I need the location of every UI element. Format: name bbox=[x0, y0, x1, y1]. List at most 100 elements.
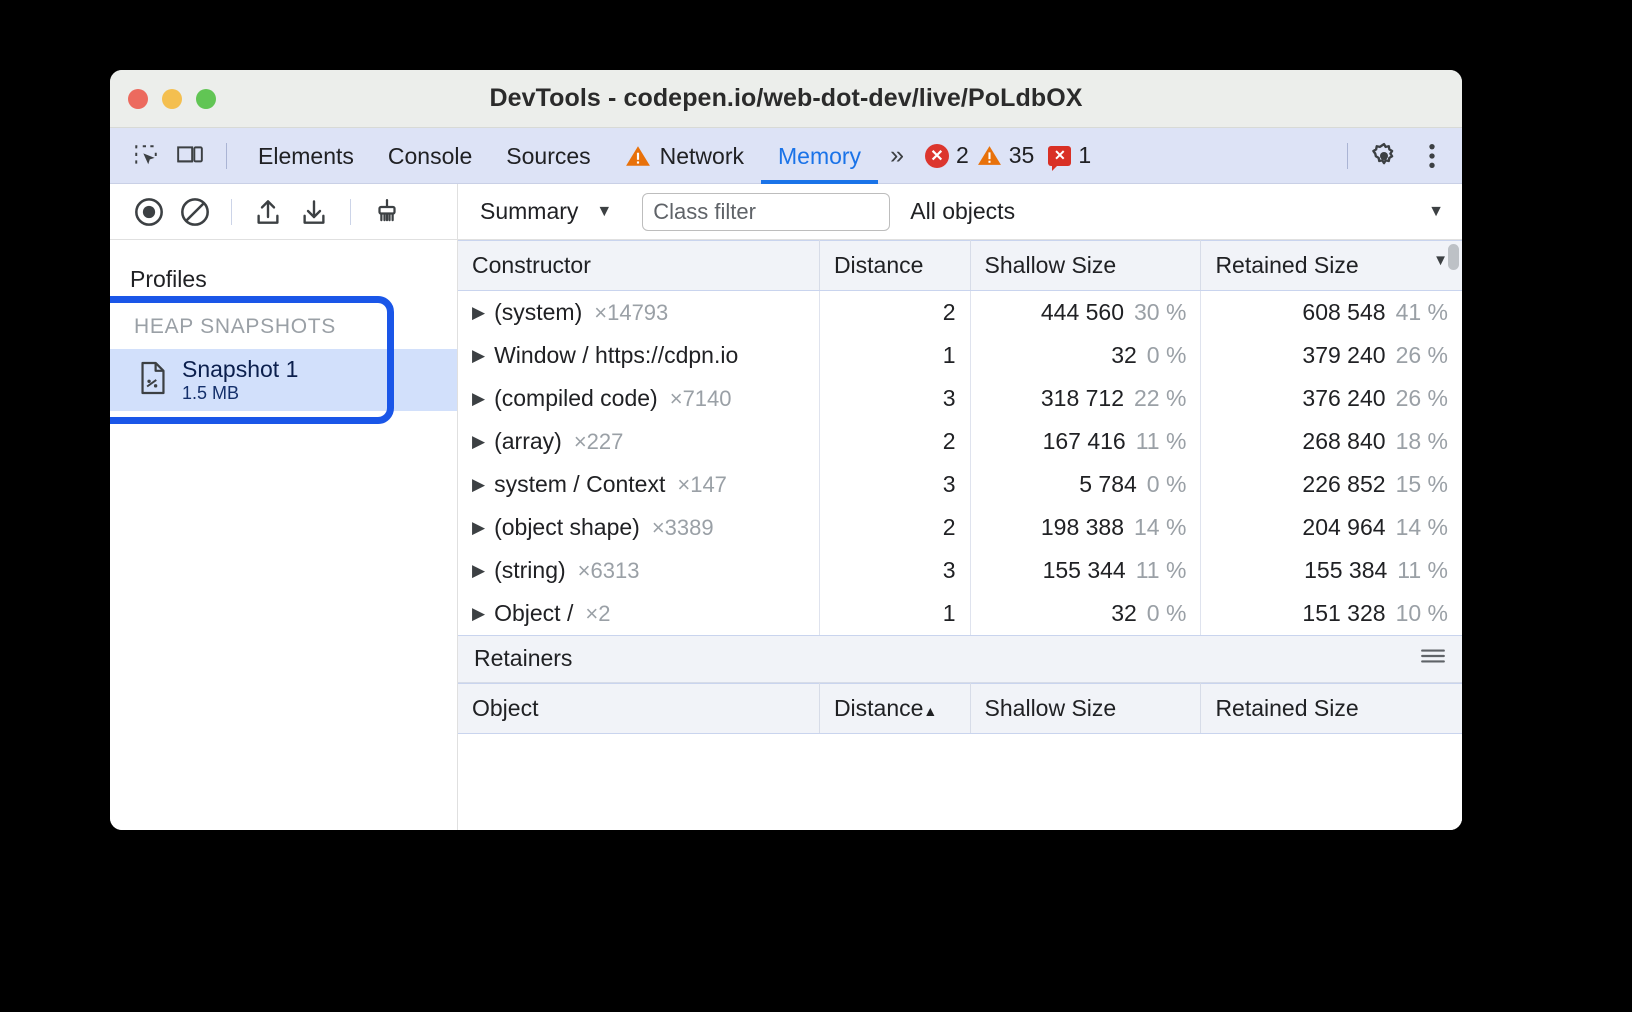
close-button[interactable] bbox=[128, 89, 148, 109]
vertical-scrollbar-thumb[interactable] bbox=[1448, 244, 1459, 270]
constructor-name: Window / https://cdpn.io bbox=[494, 342, 738, 368]
inspect-element-icon[interactable] bbox=[124, 136, 168, 176]
gear-icon[interactable] bbox=[1362, 136, 1406, 176]
cell-distance: 1 bbox=[819, 334, 970, 377]
collect-garbage-icon[interactable] bbox=[364, 190, 410, 234]
retainers-column-distance-label: Distance bbox=[834, 695, 923, 721]
expand-triangle-icon[interactable]: ▶ bbox=[472, 561, 485, 581]
retained-size-value: 155 384 bbox=[1304, 557, 1387, 583]
tab-memory[interactable]: Memory bbox=[761, 128, 878, 184]
record-heap-snapshot-icon[interactable] bbox=[126, 190, 172, 234]
retainers-column-object[interactable]: Object bbox=[458, 683, 819, 733]
table-row[interactable]: ▶Object /×21320 %151 32810 % bbox=[458, 592, 1462, 635]
kebab-menu-icon[interactable] bbox=[1410, 136, 1454, 176]
shallow-size-value: 167 416 bbox=[1043, 428, 1126, 454]
more-tabs-icon[interactable]: » bbox=[878, 141, 913, 170]
window-controls bbox=[110, 89, 216, 109]
save-profile-icon[interactable] bbox=[291, 190, 337, 234]
objects-selector-chevron-down-icon[interactable]: ▼ bbox=[1428, 203, 1450, 221]
objects-selector[interactable]: All objects bbox=[910, 198, 1015, 225]
object-count: ×147 bbox=[677, 472, 727, 497]
retained-size-percent: 41 % bbox=[1396, 299, 1448, 325]
cell-shallow-size: 155 34411 % bbox=[970, 549, 1201, 592]
minimize-button[interactable] bbox=[162, 89, 182, 109]
table-row[interactable]: ▶Window / https://cdpn.io1320 %379 24026… bbox=[458, 334, 1462, 377]
retainers-column-retained-size[interactable]: Retained Size bbox=[1201, 683, 1462, 733]
hamburger-menu-icon[interactable] bbox=[1420, 647, 1446, 670]
shallow-size-percent: 11 % bbox=[1136, 428, 1187, 454]
sidebar-item-snapshot-1[interactable]: Snapshot 1 1.5 MB bbox=[110, 349, 457, 411]
cell-retained-size: 151 32810 % bbox=[1201, 592, 1462, 635]
expand-triangle-icon[interactable]: ▶ bbox=[472, 303, 485, 323]
cell-distance: 3 bbox=[819, 377, 970, 420]
tab-sources[interactable]: Sources bbox=[489, 128, 607, 184]
column-header-shallow-size[interactable]: Shallow Size bbox=[970, 241, 1201, 291]
shallow-size-value: 5 784 bbox=[1079, 471, 1137, 497]
expand-triangle-icon[interactable]: ▶ bbox=[472, 389, 485, 409]
column-header-constructor[interactable]: Constructor bbox=[458, 241, 819, 291]
issue-counter[interactable]: ✕ 1 bbox=[1048, 142, 1091, 169]
retainers-header-bar: Retainers bbox=[458, 635, 1462, 683]
cell-retained-size: 376 24026 % bbox=[1201, 377, 1462, 420]
view-selector-label: Summary bbox=[480, 198, 578, 225]
cell-shallow-size: 318 71222 % bbox=[970, 377, 1201, 420]
toolbar-divider bbox=[226, 143, 227, 169]
cell-constructor: ▶(compiled code)×7140 bbox=[458, 377, 819, 420]
panel-divider-1 bbox=[231, 199, 232, 225]
heap-snapshot-file-icon bbox=[138, 361, 168, 400]
retained-size-value: 204 964 bbox=[1302, 514, 1385, 540]
table-row[interactable]: ▶(string)×63133155 34411 %155 38411 % bbox=[458, 549, 1462, 592]
stop-clear-icon[interactable] bbox=[172, 190, 218, 234]
window-titlebar: DevTools - codepen.io/web-dot-dev/live/P… bbox=[110, 70, 1462, 128]
devtools-window: DevTools - codepen.io/web-dot-dev/live/P… bbox=[110, 70, 1462, 830]
device-toolbar-icon[interactable] bbox=[168, 136, 212, 176]
cell-constructor: ▶ Window / https://cdpn.io bbox=[458, 334, 819, 377]
expand-triangle-icon[interactable]: ▶ bbox=[472, 604, 485, 624]
tab-console[interactable]: Console bbox=[371, 128, 489, 184]
tab-network[interactable]: Network bbox=[608, 128, 761, 184]
class-filter-input[interactable] bbox=[642, 193, 890, 231]
object-count: ×3389 bbox=[652, 515, 714, 540]
constructor-name: Object / bbox=[494, 600, 573, 626]
cell-retained-size: 379 24026 % bbox=[1201, 334, 1462, 377]
cell-retained-size: 155 38411 % bbox=[1201, 549, 1462, 592]
expand-triangle-icon[interactable]: ▶ bbox=[472, 475, 485, 495]
heap-snapshots-group: HEAP SNAPSHOTS Snapshot 1 1.5 MB bbox=[110, 315, 457, 411]
table-row[interactable]: ▶(compiled code)×71403318 71222 %376 240… bbox=[458, 377, 1462, 420]
retained-size-value: 376 240 bbox=[1302, 385, 1385, 411]
table-row[interactable]: ▶(system)×147932444 56030 %608 54841 % bbox=[458, 291, 1462, 334]
constructor-name: (array) bbox=[494, 428, 562, 454]
tab-network-label: Network bbox=[660, 128, 744, 184]
error-counter[interactable]: ✕ 2 bbox=[925, 142, 969, 169]
retainers-grid-container: Object Distance▲ Shallow Size Retained S… bbox=[458, 683, 1462, 831]
expand-triangle-icon[interactable]: ▶ bbox=[472, 346, 485, 366]
column-header-retained-size[interactable]: Retained Size ▼ bbox=[1201, 241, 1462, 291]
column-header-distance[interactable]: Distance bbox=[819, 241, 970, 291]
cell-shallow-size: 167 416 11 % bbox=[970, 420, 1201, 463]
summary-grid-body: ▶(system)×147932444 56030 %608 54841 %▶W… bbox=[458, 291, 1462, 635]
retainers-title: Retainers bbox=[474, 645, 572, 672]
cell-constructor: ▶Object /×2 bbox=[458, 592, 819, 635]
table-row[interactable]: ▶(object shape)×33892198 38814 %204 9641… bbox=[458, 506, 1462, 549]
table-row[interactable]: ▶system / Context×14735 7840 %226 85215 … bbox=[458, 463, 1462, 506]
retainers-grid: Object Distance▲ Shallow Size Retained S… bbox=[458, 683, 1462, 734]
table-row[interactable]: ▶(array)×2272167 41611 %268 84018 % bbox=[458, 420, 1462, 463]
retainers-column-shallow-size[interactable]: Shallow Size bbox=[970, 683, 1201, 733]
tab-elements[interactable]: Elements bbox=[241, 128, 371, 184]
summary-grid-container: Constructor Distance Shallow Size Retain… bbox=[458, 240, 1462, 635]
load-profile-icon[interactable] bbox=[245, 190, 291, 234]
profiles-sidebar: Profiles HEAP SNAPSHOTS Snapsh bbox=[110, 240, 458, 830]
cell-constructor: ▶(system)×14793 bbox=[458, 291, 819, 334]
expand-triangle-icon[interactable]: ▶ bbox=[472, 518, 485, 538]
view-selector[interactable]: Summary ▼ bbox=[472, 198, 620, 225]
shallow-size-value: 155 344 bbox=[1043, 557, 1126, 583]
retained-size-value: 608 548 bbox=[1302, 299, 1385, 325]
error-count: 2 bbox=[956, 142, 969, 169]
toolbar-divider-right bbox=[1347, 143, 1348, 169]
retainers-column-distance[interactable]: Distance▲ bbox=[819, 683, 970, 733]
tabbar-right-actions bbox=[1362, 136, 1454, 176]
maximize-button[interactable] bbox=[196, 89, 216, 109]
warning-counter[interactable]: 35 bbox=[977, 142, 1035, 169]
retained-size-value: 151 328 bbox=[1302, 600, 1385, 626]
expand-triangle-icon[interactable]: ▶ bbox=[472, 432, 485, 452]
